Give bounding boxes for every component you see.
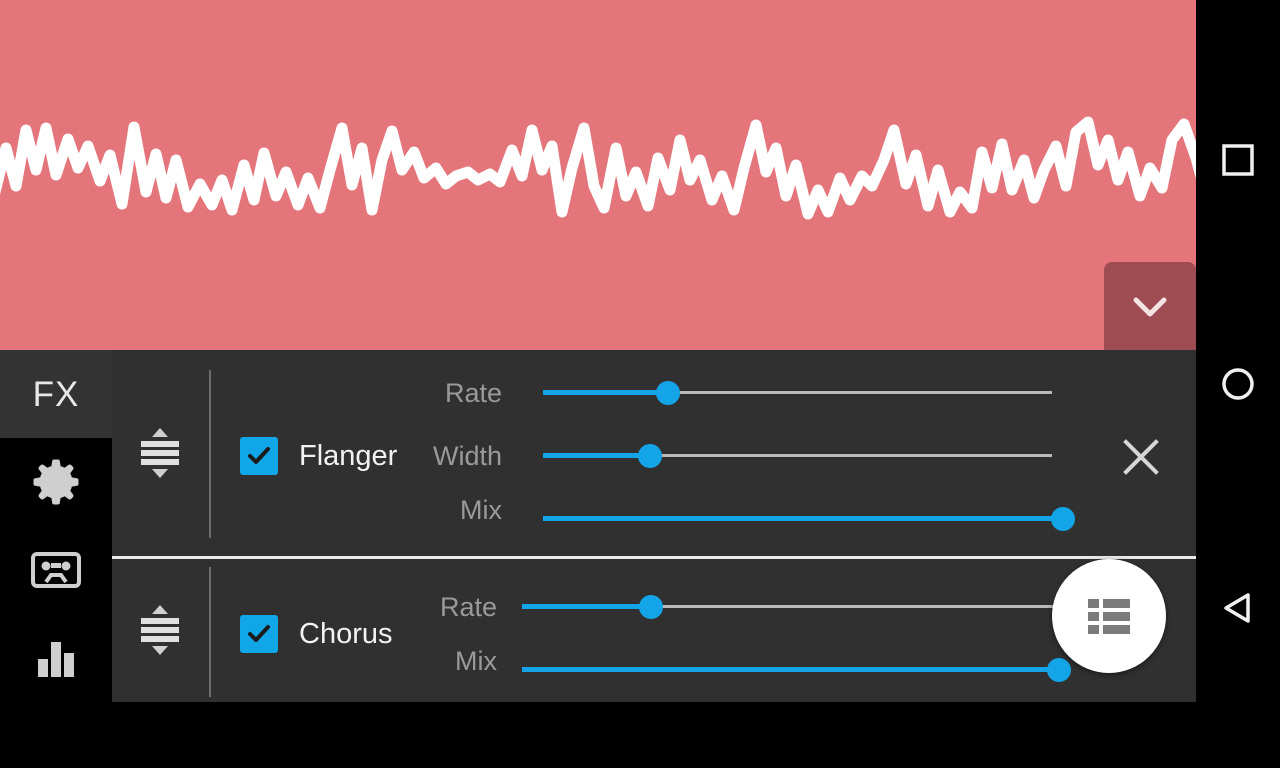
check-icon xyxy=(248,447,270,464)
slider-width-flanger[interactable] xyxy=(543,433,1052,479)
back-triangle-icon xyxy=(1224,593,1250,623)
slider-fill xyxy=(543,390,668,395)
fx-panel: FX Flanger Rate Width Mix Chorus Rate Mi… xyxy=(0,350,1196,768)
home-circle-icon xyxy=(1222,368,1254,400)
recents-square-icon xyxy=(1222,144,1254,176)
check-icon xyxy=(248,625,270,642)
param-rate-chorus: Rate xyxy=(312,584,497,630)
add-effect-fab[interactable] xyxy=(1052,559,1166,673)
effect-enable-checkbox-chorus[interactable] xyxy=(240,615,278,653)
slider-mix-flanger[interactable] xyxy=(543,496,1075,542)
slider-fill xyxy=(522,604,652,609)
effects-list: Flanger Rate Width Mix Chorus Rate Mix xyxy=(112,350,1196,702)
slider-thumb[interactable] xyxy=(1051,507,1075,531)
slider-fill xyxy=(543,453,650,458)
tool-rail xyxy=(0,438,112,768)
app-root: FX Flanger Rate Width Mix Chorus Rate Mi… xyxy=(0,0,1280,768)
slider-thumb[interactable] xyxy=(1047,658,1072,682)
slider-thumb[interactable] xyxy=(637,444,662,468)
rail-item-settings[interactable] xyxy=(0,438,112,526)
android-navigation-bar xyxy=(1196,0,1280,768)
row-separator xyxy=(209,567,211,697)
gear-icon xyxy=(33,459,79,505)
close-icon xyxy=(1123,439,1159,475)
fx-panel-title-strip: FX xyxy=(0,350,112,438)
collapse-panel-button[interactable] xyxy=(1104,262,1196,350)
effect-row-chorus[interactable]: Chorus Rate Mix xyxy=(112,559,1196,702)
param-label: Rate xyxy=(444,378,502,408)
slider-fill xyxy=(543,516,1063,521)
param-rate-flanger: Rate xyxy=(312,370,502,416)
reorder-handle-icon[interactable] xyxy=(137,603,183,657)
effect-row-divider xyxy=(112,556,1196,559)
slider-rate-flanger[interactable] xyxy=(543,370,1052,416)
slider-mix-chorus[interactable] xyxy=(522,647,1072,693)
rail-item-recorder[interactable] xyxy=(0,526,112,614)
chevron-down-icon xyxy=(1133,297,1167,317)
slider-fill xyxy=(522,667,1060,672)
param-label: Mix xyxy=(460,495,502,525)
param-mix-chorus: Mix xyxy=(312,638,497,684)
page-title: FX xyxy=(32,374,80,414)
effect-enable-checkbox-flanger[interactable] xyxy=(240,437,278,475)
remove-effect-button-flanger[interactable] xyxy=(1118,434,1164,480)
param-label: Mix xyxy=(455,646,497,676)
slider-rate-chorus[interactable] xyxy=(522,584,1060,630)
nav-recents-button[interactable] xyxy=(1196,118,1280,202)
slider-thumb[interactable] xyxy=(655,381,680,405)
row-separator xyxy=(209,370,211,538)
bar-chart-icon xyxy=(38,642,74,677)
list-view-icon xyxy=(1088,599,1130,634)
nav-home-button[interactable] xyxy=(1196,342,1280,426)
cassette-tape-icon xyxy=(31,552,81,588)
nav-back-button[interactable] xyxy=(1196,566,1280,650)
effect-row-flanger[interactable]: Flanger Rate Width Mix xyxy=(112,350,1196,556)
slider-thumb[interactable] xyxy=(639,595,664,619)
param-label: Rate xyxy=(439,592,497,622)
rail-item-levels[interactable] xyxy=(0,614,112,702)
reorder-handle-icon[interactable] xyxy=(137,426,183,480)
waveform-path xyxy=(0,116,1196,220)
param-label: Width xyxy=(432,441,502,471)
waveform-display[interactable] xyxy=(0,0,1196,350)
param-width-flanger: Width xyxy=(312,433,502,479)
param-mix-flanger: Mix xyxy=(312,487,502,533)
